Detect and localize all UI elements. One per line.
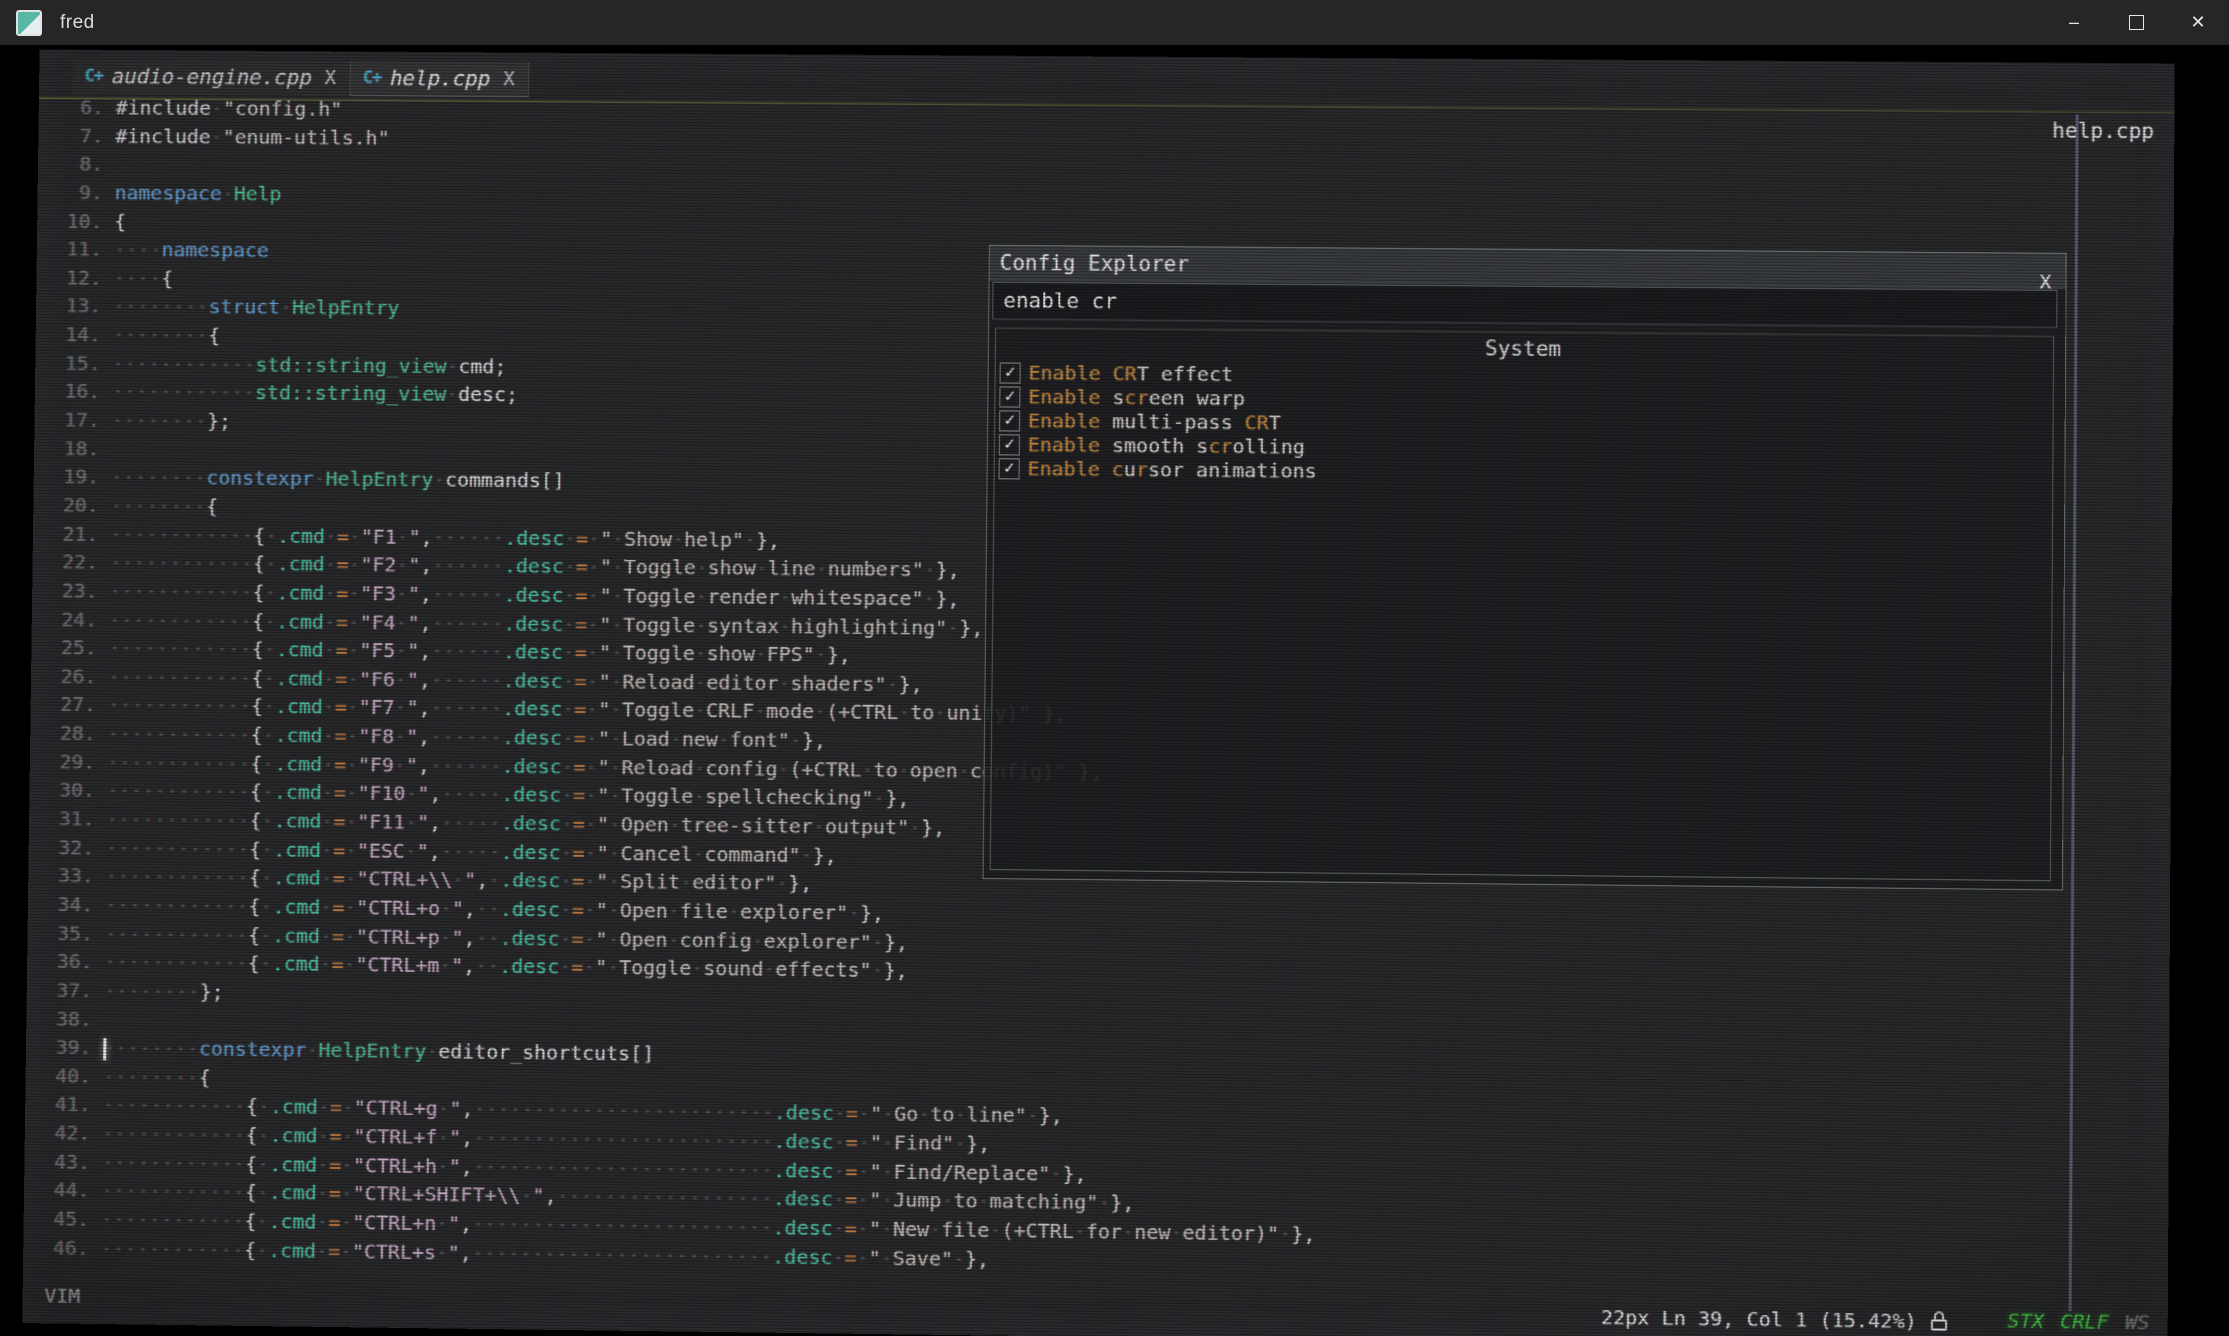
screen: C+audio-engine.cppXC+help.cppX help.cpp … [0, 45, 2229, 1336]
config-items: ✓ Enable CRT effect ✓ Enable screen warp ✓ En… [995, 360, 2053, 489]
checkbox-icon[interactable]: ✓ [999, 434, 1020, 455]
status-flags: STX CRLF WS [2007, 1308, 2149, 1334]
config-item-label: Enable multi-pass CRT [1028, 409, 1281, 435]
tab-close-icon[interactable]: X [503, 68, 515, 90]
line-number: 14. [43, 320, 101, 349]
minimize-button[interactable]: – [2043, 0, 2105, 45]
line-number: 40. [33, 1061, 91, 1090]
status-mode: VIM [44, 1283, 80, 1307]
lock-icon [1931, 1311, 1949, 1331]
line-number: 8. [46, 150, 104, 179]
cpp-icon: C+ [363, 68, 382, 88]
line-number: 32. [36, 833, 94, 862]
line-number: 13. [44, 292, 102, 321]
line-number: 15. [43, 349, 101, 378]
line-number: 41. [33, 1090, 91, 1119]
close-button[interactable]: ✕ [2167, 0, 2229, 45]
cpp-icon: C+ [85, 66, 104, 86]
maximize-button[interactable] [2105, 0, 2167, 45]
line-number: 22. [40, 548, 98, 577]
line-number: 24. [40, 605, 98, 634]
checkbox-icon[interactable]: ✓ [999, 410, 1020, 431]
config-item-label: Enable screen warp [1028, 385, 1245, 411]
tab-close-icon[interactable]: X [325, 67, 337, 89]
line-number: 25. [39, 633, 97, 662]
maximize-icon [2129, 15, 2144, 30]
line-number: 17. [42, 405, 100, 434]
line-number: 18. [42, 434, 100, 463]
line-number: 28. [38, 719, 96, 748]
line-number: 38. [34, 1004, 92, 1033]
status-position: 22px Ln 39, Col 1 (15.42%) [1601, 1305, 1949, 1334]
line-number: 19. [41, 462, 99, 491]
checkbox-icon[interactable]: ✓ [999, 458, 1020, 479]
line-number: 26. [39, 662, 97, 691]
line-number: 10. [45, 207, 103, 236]
line-number: 44. [32, 1176, 90, 1205]
line-number: 34. [36, 890, 94, 919]
config-item-label: Enable CRT effect [1028, 361, 1233, 387]
tab-help.cpp[interactable]: C+ help.cpp X [351, 61, 530, 97]
line-number: 45. [31, 1204, 89, 1233]
status-flag-CRLF: CRLF [2060, 1309, 2109, 1334]
line-number: 42. [33, 1118, 91, 1147]
config-item-label: Enable smooth scrolling [1028, 433, 1305, 459]
status-flag-WS: WS [2125, 1310, 2150, 1335]
tab-bar: C+ audio-engine.cpp X C+ help.cpp X [73, 59, 530, 97]
line-number: 9. [45, 178, 103, 207]
line-number: 39. [34, 1033, 92, 1062]
tab-label: help.cpp [390, 67, 491, 91]
tab-label: audio-engine.cpp [112, 65, 312, 90]
line-number: 31. [37, 804, 95, 833]
line-number: 23. [40, 576, 98, 605]
status-flag-STX: STX [2007, 1308, 2044, 1333]
line-number: 16. [43, 377, 101, 406]
editor-surface: C+audio-engine.cppXC+help.cppX help.cpp … [22, 49, 2174, 1336]
config-explorer-title: Config Explorer [1000, 251, 1190, 276]
line-number: 21. [41, 519, 99, 548]
config-explorer-popup: Config Explorer X System ✓Enable CRT eff… [983, 245, 2067, 891]
line-number: 27. [38, 690, 96, 719]
line-number: 30. [37, 776, 95, 805]
line-number: 35. [35, 918, 93, 947]
line-number: 46. [31, 1233, 89, 1262]
line-number: 29. [38, 747, 96, 776]
config-item-label: Enable cursor animations [1028, 457, 1317, 483]
window-titlebar: fred – ✕ [0, 0, 2229, 45]
checkbox-icon[interactable]: ✓ [999, 386, 1020, 407]
file-indicator: help.cpp [2052, 119, 2154, 144]
checkbox-icon[interactable]: ✓ [1000, 362, 1021, 383]
line-number: 33. [36, 861, 94, 890]
line-number: 36. [35, 947, 93, 976]
line-number: 43. [32, 1147, 90, 1176]
app-icon [16, 10, 42, 36]
config-list: System ✓Enable CRT effect✓Enable screen … [990, 328, 2054, 882]
line-number: 7. [46, 121, 104, 150]
line-number: 11. [45, 235, 103, 264]
status-message: 22px Ln 39, Col 1 (15.42%) [1601, 1305, 1917, 1333]
window-title: fred [60, 12, 95, 34]
line-number: 12. [44, 263, 102, 292]
tab-audio-engine.cpp[interactable]: C+ audio-engine.cpp X [73, 59, 352, 96]
line-number: 37. [35, 975, 93, 1004]
line-number: 20. [41, 491, 99, 520]
config-search-input[interactable] [992, 282, 2057, 328]
